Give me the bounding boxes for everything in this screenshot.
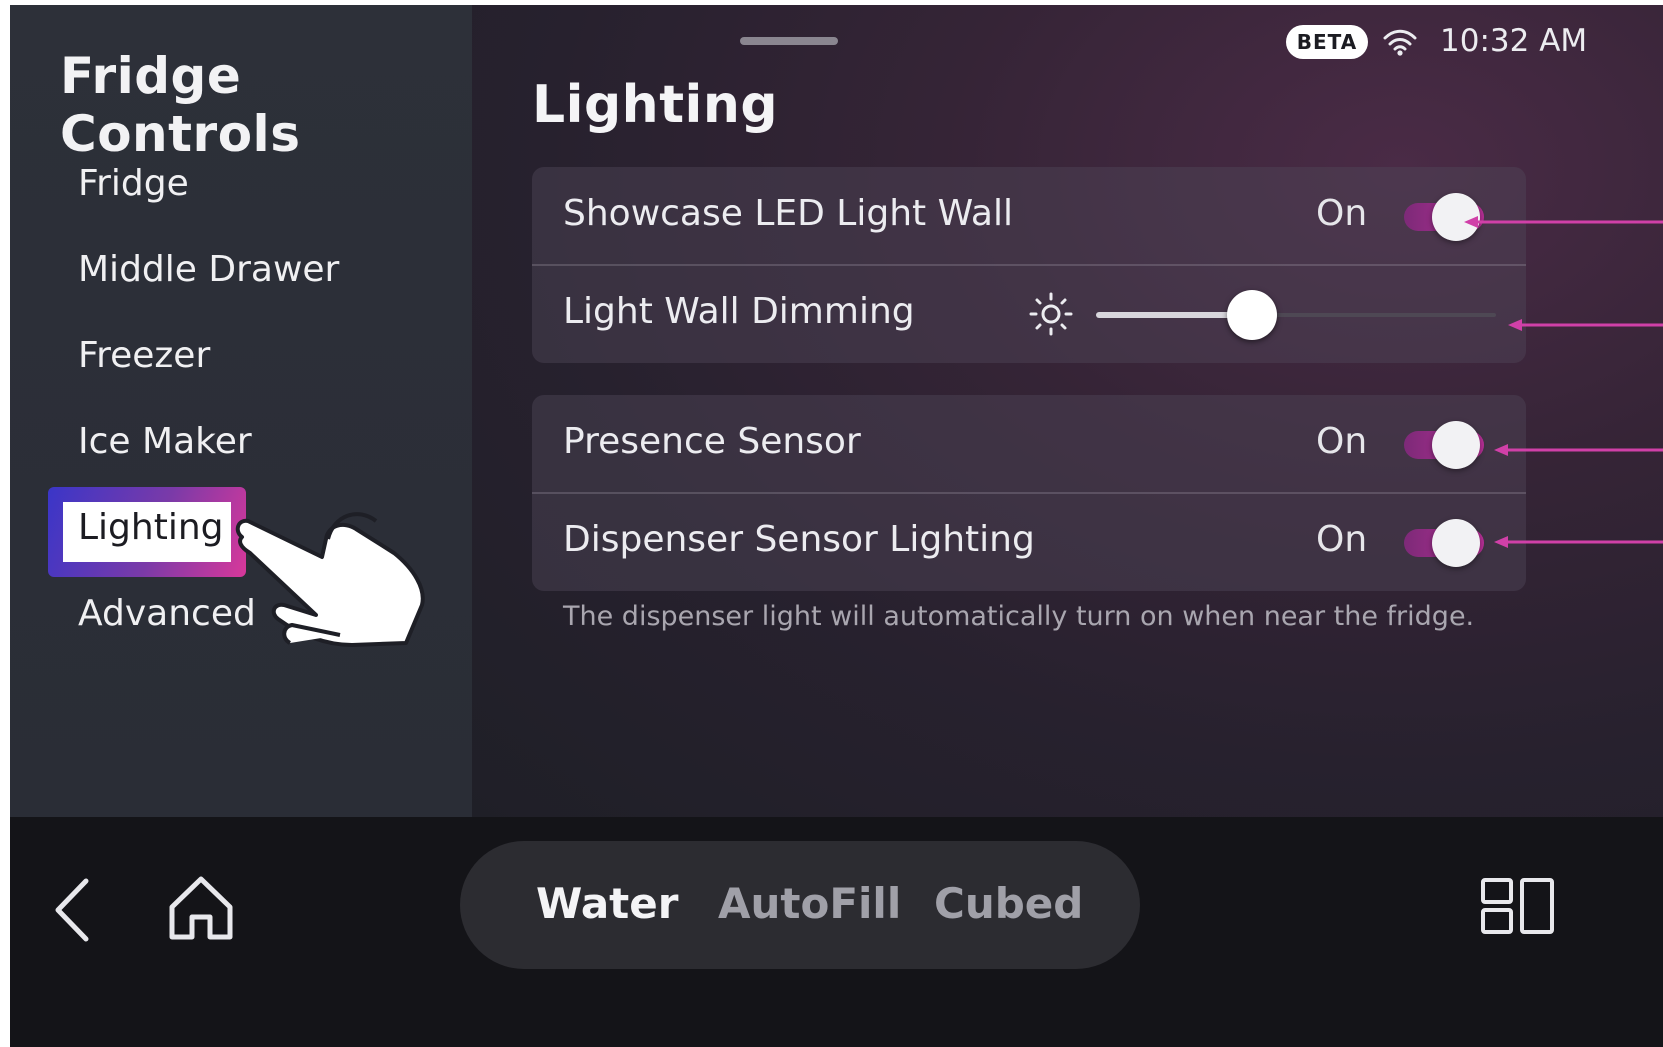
sidebar-item-ice-maker[interactable]: Ice Maker bbox=[78, 421, 252, 462]
dispenser-mode-selector: Water AutoFill Cubed bbox=[460, 841, 1140, 969]
setting-label: Presence Sensor bbox=[563, 421, 861, 462]
drag-handle[interactable] bbox=[740, 37, 838, 45]
slider-knob[interactable] bbox=[1227, 290, 1277, 340]
wifi-icon bbox=[1383, 29, 1417, 56]
presence-sensor-row[interactable]: Presence Sensor On bbox=[532, 395, 1526, 493]
mode-water[interactable]: Water bbox=[536, 879, 678, 928]
sidebar: Fridge Controls Fridge Middle Drawer Fre… bbox=[10, 5, 472, 817]
chevron-left-icon[interactable] bbox=[50, 875, 102, 945]
showcase-led-toggle[interactable] bbox=[1404, 193, 1488, 241]
sensor-card: Presence Sensor On Dispenser Sensor Ligh… bbox=[532, 395, 1526, 591]
sidebar-item-middle-drawer[interactable]: Middle Drawer bbox=[78, 249, 339, 290]
sidebar-item-fridge[interactable]: Fridge bbox=[78, 163, 189, 204]
page-title: Lighting bbox=[532, 75, 779, 135]
dispenser-hint-text: The dispenser light will automatically t… bbox=[563, 601, 1475, 632]
dispenser-sensor-lighting-row[interactable]: Dispenser Sensor Lighting On bbox=[532, 493, 1526, 591]
home-icon[interactable] bbox=[166, 873, 236, 943]
sidebar-item-lighting[interactable]: Lighting bbox=[78, 507, 224, 548]
sidebar-item-freezer[interactable]: Freezer bbox=[78, 335, 210, 376]
fridge-screen: Fridge Controls Fridge Middle Drawer Fre… bbox=[10, 5, 1663, 1047]
main-panel: BETA 10:32 AM Lighting Showcase LED Ligh… bbox=[472, 5, 1663, 817]
clock: 10:32 AM bbox=[1440, 23, 1588, 59]
brightness-icon bbox=[1029, 292, 1073, 336]
setting-state: On bbox=[1316, 421, 1368, 462]
beta-badge: BETA bbox=[1286, 25, 1368, 59]
apps-grid-icon[interactable] bbox=[1480, 877, 1556, 935]
setting-state: On bbox=[1316, 519, 1368, 560]
bottom-bar: Water AutoFill Cubed bbox=[10, 817, 1663, 1047]
mode-cubed[interactable]: Cubed bbox=[934, 879, 1083, 928]
app-title: Fridge Controls bbox=[60, 47, 301, 163]
light-wall-dimming-row: Light Wall Dimming bbox=[532, 265, 1526, 363]
toggle-knob bbox=[1432, 193, 1480, 241]
setting-label: Showcase LED Light Wall bbox=[563, 193, 1013, 234]
showcase-led-row[interactable]: Showcase LED Light Wall On bbox=[532, 167, 1526, 265]
presence-sensor-toggle[interactable] bbox=[1404, 421, 1488, 469]
toggle-knob bbox=[1432, 421, 1480, 469]
toggle-knob bbox=[1432, 519, 1480, 567]
setting-label: Dispenser Sensor Lighting bbox=[563, 519, 1035, 560]
dispenser-sensor-lighting-toggle[interactable] bbox=[1404, 519, 1488, 567]
setting-label: Light Wall Dimming bbox=[563, 291, 915, 332]
mode-autofill[interactable]: AutoFill bbox=[718, 879, 901, 928]
pointing-hand-icon bbox=[235, 512, 425, 647]
light-wall-dimming-slider[interactable] bbox=[1096, 290, 1496, 340]
light-wall-card: Showcase LED Light Wall On Light Wall Di… bbox=[532, 167, 1526, 363]
setting-state: On bbox=[1316, 193, 1368, 234]
